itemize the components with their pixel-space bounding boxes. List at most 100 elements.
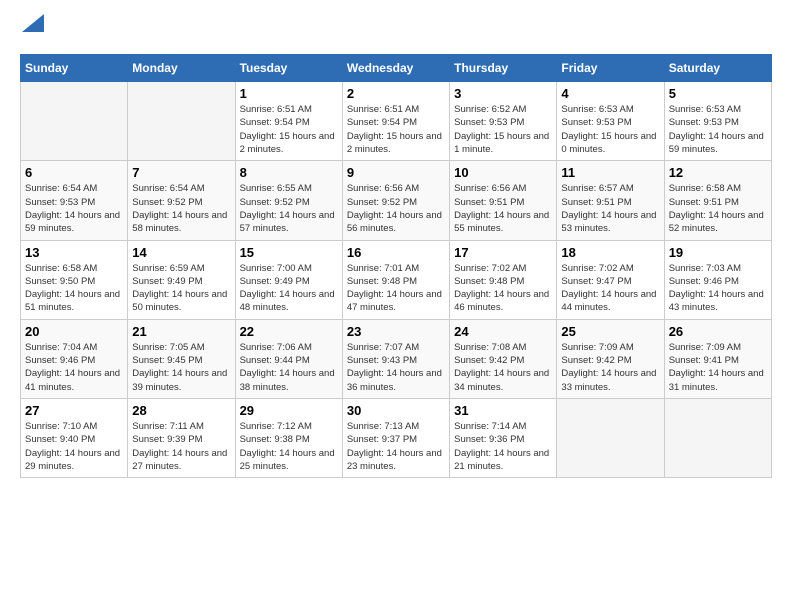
day-detail: Sunrise: 7:02 AMSunset: 9:48 PMDaylight:…: [454, 262, 552, 315]
day-number: 25: [561, 324, 659, 339]
day-detail: Sunrise: 6:55 AMSunset: 9:52 PMDaylight:…: [240, 182, 338, 235]
day-detail: Sunrise: 7:07 AMSunset: 9:43 PMDaylight:…: [347, 341, 445, 394]
col-header-friday: Friday: [557, 55, 664, 82]
day-number: 2: [347, 86, 445, 101]
calendar-week-row: 20 Sunrise: 7:04 AMSunset: 9:46 PMDayligh…: [21, 319, 772, 398]
calendar-cell: 10 Sunrise: 6:56 AMSunset: 9:51 PMDayligh…: [450, 161, 557, 240]
col-header-thursday: Thursday: [450, 55, 557, 82]
calendar-cell: 12 Sunrise: 6:58 AMSunset: 9:51 PMDayligh…: [664, 161, 771, 240]
day-detail: Sunrise: 6:53 AMSunset: 9:53 PMDaylight:…: [669, 103, 767, 156]
day-number: 17: [454, 245, 552, 260]
day-number: 12: [669, 165, 767, 180]
day-number: 24: [454, 324, 552, 339]
calendar-cell: 19 Sunrise: 7:03 AMSunset: 9:46 PMDayligh…: [664, 240, 771, 319]
day-detail: Sunrise: 7:09 AMSunset: 9:42 PMDaylight:…: [561, 341, 659, 394]
day-detail: Sunrise: 6:54 AMSunset: 9:52 PMDaylight:…: [132, 182, 230, 235]
calendar-cell: 25 Sunrise: 7:09 AMSunset: 9:42 PMDayligh…: [557, 319, 664, 398]
day-number: 28: [132, 403, 230, 418]
calendar-cell: 3Sunrise: 6:52 AMSunset: 9:53 PMDaylight…: [450, 82, 557, 161]
day-detail: Sunrise: 7:00 AMSunset: 9:49 PMDaylight:…: [240, 262, 338, 315]
day-detail: Sunrise: 6:54 AMSunset: 9:53 PMDaylight:…: [25, 182, 123, 235]
day-number: 5: [669, 86, 767, 101]
calendar-cell: 27 Sunrise: 7:10 AMSunset: 9:40 PMDayligh…: [21, 398, 128, 477]
logo-icon: [22, 14, 44, 32]
day-detail: Sunrise: 7:08 AMSunset: 9:42 PMDaylight:…: [454, 341, 552, 394]
day-number: 22: [240, 324, 338, 339]
calendar-cell: [21, 82, 128, 161]
day-number: 9: [347, 165, 445, 180]
calendar-cell: 20 Sunrise: 7:04 AMSunset: 9:46 PMDayligh…: [21, 319, 128, 398]
calendar-cell: 2 Sunrise: 6:51 AMSunset: 9:54 PMDaylight…: [342, 82, 449, 161]
calendar-cell: 1 Sunrise: 6:51 AMSunset: 9:54 PMDaylight…: [235, 82, 342, 161]
day-number: 18: [561, 245, 659, 260]
calendar-cell: 17 Sunrise: 7:02 AMSunset: 9:48 PMDayligh…: [450, 240, 557, 319]
day-number: 4: [561, 86, 659, 101]
day-detail: Sunrise: 7:13 AMSunset: 9:37 PMDaylight:…: [347, 420, 445, 473]
day-detail: Sunrise: 6:51 AMSunset: 9:54 PMDaylight:…: [347, 103, 445, 156]
day-detail: Sunrise: 6:51 AMSunset: 9:54 PMDaylight:…: [240, 103, 338, 156]
calendar-cell: 24 Sunrise: 7:08 AMSunset: 9:42 PMDayligh…: [450, 319, 557, 398]
day-detail: Sunrise: 7:04 AMSunset: 9:46 PMDaylight:…: [25, 341, 123, 394]
calendar-cell: 29 Sunrise: 7:12 AMSunset: 9:38 PMDayligh…: [235, 398, 342, 477]
day-detail: Sunrise: 6:52 AMSunset: 9:53 PMDaylight:…: [454, 103, 552, 156]
calendar-table: SundayMondayTuesdayWednesdayThursdayFrid…: [20, 54, 772, 478]
calendar-week-row: 1 Sunrise: 6:51 AMSunset: 9:54 PMDaylight…: [21, 82, 772, 161]
calendar-header-row: SundayMondayTuesdayWednesdayThursdayFrid…: [21, 55, 772, 82]
calendar-cell: 28Sunrise: 7:11 AMSunset: 9:39 PMDayligh…: [128, 398, 235, 477]
day-number: 6: [25, 165, 123, 180]
col-header-monday: Monday: [128, 55, 235, 82]
day-number: 7: [132, 165, 230, 180]
day-number: 1: [240, 86, 338, 101]
day-detail: Sunrise: 7:05 AMSunset: 9:45 PMDaylight:…: [132, 341, 230, 394]
logo: [20, 20, 44, 44]
calendar-week-row: 27 Sunrise: 7:10 AMSunset: 9:40 PMDayligh…: [21, 398, 772, 477]
calendar-week-row: 13Sunrise: 6:58 AMSunset: 9:50 PMDayligh…: [21, 240, 772, 319]
day-number: 27: [25, 403, 123, 418]
day-number: 8: [240, 165, 338, 180]
calendar-cell: 13Sunrise: 6:58 AMSunset: 9:50 PMDayligh…: [21, 240, 128, 319]
calendar-cell: 8 Sunrise: 6:55 AMSunset: 9:52 PMDaylight…: [235, 161, 342, 240]
day-detail: Sunrise: 6:59 AMSunset: 9:49 PMDaylight:…: [132, 262, 230, 315]
day-number: 14: [132, 245, 230, 260]
day-number: 23: [347, 324, 445, 339]
day-number: 20: [25, 324, 123, 339]
day-number: 30: [347, 403, 445, 418]
day-detail: Sunrise: 6:57 AMSunset: 9:51 PMDaylight:…: [561, 182, 659, 235]
page-header: [20, 20, 772, 44]
day-detail: Sunrise: 6:58 AMSunset: 9:51 PMDaylight:…: [669, 182, 767, 235]
calendar-cell: 21Sunrise: 7:05 AMSunset: 9:45 PMDayligh…: [128, 319, 235, 398]
day-number: 11: [561, 165, 659, 180]
day-number: 10: [454, 165, 552, 180]
day-detail: Sunrise: 7:09 AMSunset: 9:41 PMDaylight:…: [669, 341, 767, 394]
day-detail: Sunrise: 7:03 AMSunset: 9:46 PMDaylight:…: [669, 262, 767, 315]
calendar-week-row: 6 Sunrise: 6:54 AMSunset: 9:53 PMDaylight…: [21, 161, 772, 240]
day-detail: Sunrise: 6:56 AMSunset: 9:52 PMDaylight:…: [347, 182, 445, 235]
col-header-wednesday: Wednesday: [342, 55, 449, 82]
calendar-cell: 6 Sunrise: 6:54 AMSunset: 9:53 PMDaylight…: [21, 161, 128, 240]
day-number: 26: [669, 324, 767, 339]
calendar-cell: 15Sunrise: 7:00 AMSunset: 9:49 PMDayligh…: [235, 240, 342, 319]
calendar-cell: 23 Sunrise: 7:07 AMSunset: 9:43 PMDayligh…: [342, 319, 449, 398]
calendar-cell: [557, 398, 664, 477]
calendar-cell: 5 Sunrise: 6:53 AMSunset: 9:53 PMDaylight…: [664, 82, 771, 161]
day-detail: Sunrise: 7:10 AMSunset: 9:40 PMDaylight:…: [25, 420, 123, 473]
day-detail: Sunrise: 7:01 AMSunset: 9:48 PMDaylight:…: [347, 262, 445, 315]
calendar-cell: 9 Sunrise: 6:56 AMSunset: 9:52 PMDaylight…: [342, 161, 449, 240]
day-number: 31: [454, 403, 552, 418]
calendar-cell: [664, 398, 771, 477]
day-number: 19: [669, 245, 767, 260]
day-detail: Sunrise: 7:12 AMSunset: 9:38 PMDaylight:…: [240, 420, 338, 473]
calendar-cell: 11 Sunrise: 6:57 AMSunset: 9:51 PMDayligh…: [557, 161, 664, 240]
day-detail: Sunrise: 7:02 AMSunset: 9:47 PMDaylight:…: [561, 262, 659, 315]
day-detail: Sunrise: 6:56 AMSunset: 9:51 PMDaylight:…: [454, 182, 552, 235]
col-header-tuesday: Tuesday: [235, 55, 342, 82]
day-number: 29: [240, 403, 338, 418]
calendar-cell: 16 Sunrise: 7:01 AMSunset: 9:48 PMDayligh…: [342, 240, 449, 319]
day-detail: Sunrise: 7:06 AMSunset: 9:44 PMDaylight:…: [240, 341, 338, 394]
day-detail: Sunrise: 6:53 AMSunset: 9:53 PMDaylight:…: [561, 103, 659, 156]
calendar-cell: 4 Sunrise: 6:53 AMSunset: 9:53 PMDaylight…: [557, 82, 664, 161]
calendar-cell: 30 Sunrise: 7:13 AMSunset: 9:37 PMDayligh…: [342, 398, 449, 477]
calendar-cell: 31Sunrise: 7:14 AMSunset: 9:36 PMDayligh…: [450, 398, 557, 477]
day-number: 16: [347, 245, 445, 260]
calendar-cell: [128, 82, 235, 161]
